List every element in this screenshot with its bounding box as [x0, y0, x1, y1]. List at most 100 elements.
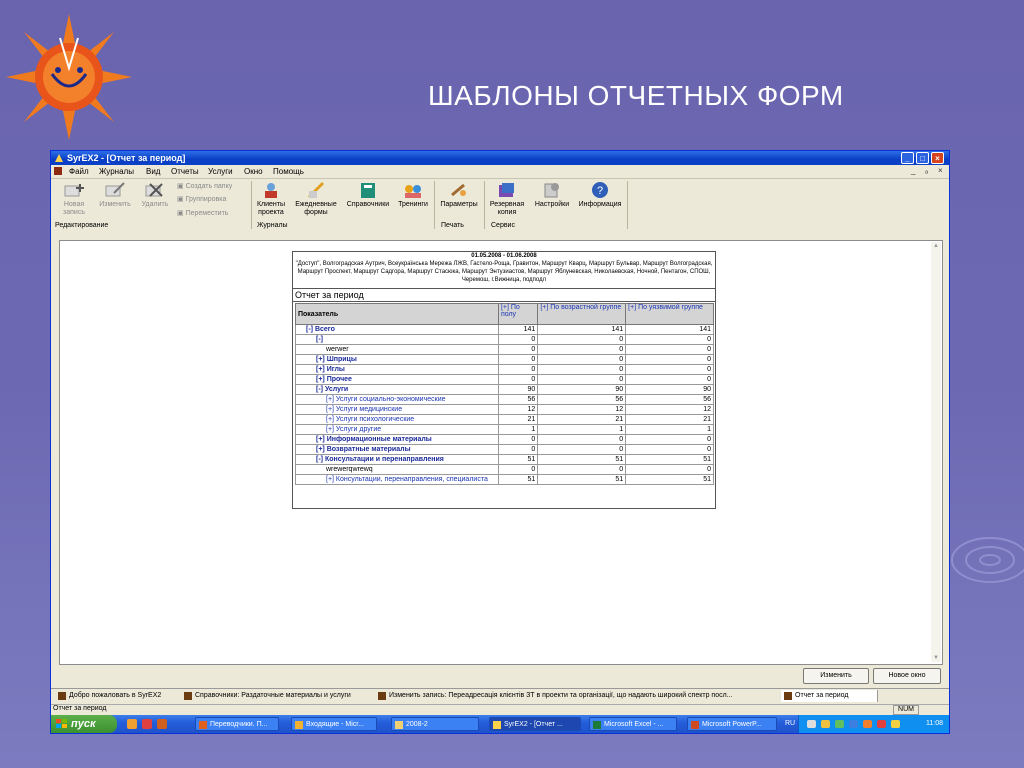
- row-value: 51: [537, 454, 627, 465]
- row-value: 90: [537, 384, 627, 395]
- books-icon: [361, 183, 375, 198]
- menu-help[interactable]: Помощь: [273, 167, 304, 176]
- mdi-restore-button[interactable]: ₐ: [925, 166, 928, 175]
- report-date-range: 01.05.2008 - 01.06.2008: [471, 253, 537, 259]
- daily-forms-button[interactable]: Ежедневные формы: [292, 181, 340, 217]
- menu-view[interactable]: Вид: [146, 167, 160, 176]
- taskbar-item-excel[interactable]: Microsoft Excel - ...: [589, 717, 677, 731]
- document-icon: [54, 167, 62, 175]
- row-value: 51: [537, 474, 627, 485]
- tab-icon: [784, 692, 792, 700]
- row-label[interactable]: [+] Услуги психологические: [295, 414, 499, 425]
- tray-icon[interactable]: [863, 720, 872, 728]
- report-document: 01.05.2008 - 01.06.2008 "Доступ", Волгог…: [292, 251, 716, 509]
- language-indicator[interactable]: RU: [785, 720, 795, 727]
- svg-text:?: ?: [597, 185, 603, 197]
- menu-journals[interactable]: Журналы: [99, 167, 134, 176]
- row-value: 0: [537, 364, 627, 375]
- app-window: SyrEX2 - [Отчет за период] _ □ × Файл Жу…: [50, 150, 950, 734]
- scroll-down-icon[interactable]: ▼: [931, 654, 941, 662]
- tray-icon[interactable]: [807, 720, 816, 728]
- row-label[interactable]: [+] Консультации, перенаправления, специ…: [295, 474, 499, 485]
- trainings-button[interactable]: Тренинги: [396, 181, 430, 209]
- taskbar-item-folder[interactable]: 2008-2: [391, 717, 479, 731]
- row-value: 90: [625, 384, 714, 395]
- row-label[interactable]: [-] Всего: [295, 324, 499, 335]
- minimize-button[interactable]: _: [901, 152, 914, 164]
- taskbar-item-syrex2[interactable]: SyrEX2 - [Отчет ...: [489, 717, 581, 731]
- tray-icon[interactable]: [835, 720, 844, 728]
- column-header-by-age[interactable]: [+] По возрастной группе: [537, 303, 627, 325]
- bottom-button-bar: Изменить Новое окно: [51, 665, 949, 687]
- row-label[interactable]: [+] Возвратные материалы: [295, 444, 499, 455]
- backup-button[interactable]: Резервная копия: [487, 181, 527, 217]
- move-button[interactable]: ▣ Переместить: [177, 209, 228, 217]
- tray-icon[interactable]: [849, 720, 858, 728]
- window-titlebar[interactable]: SyrEX2 - [Отчет за период] _ □ ×: [51, 151, 949, 165]
- references-button[interactable]: Справочники: [344, 181, 392, 209]
- parameters-button[interactable]: Параметры: [437, 181, 481, 209]
- row-label[interactable]: [+] Услуги социально-экономические: [295, 394, 499, 405]
- table-row: [-] Консультации и перенаправления 51 51 51: [295, 454, 714, 465]
- row-label[interactable]: [+] Услуги медицинские: [295, 404, 499, 415]
- new-window-button[interactable]: Новое окно: [873, 668, 941, 684]
- row-label[interactable]: [+] Услуги другие: [295, 424, 499, 435]
- menu-file[interactable]: Файл: [69, 167, 89, 176]
- row-label[interactable]: [+] Иглы: [295, 364, 499, 375]
- close-button[interactable]: ×: [931, 152, 944, 164]
- menu-window[interactable]: Окно: [244, 167, 263, 176]
- row-label[interactable]: [-] Услуги: [295, 384, 499, 395]
- firefox-icon[interactable]: [157, 719, 167, 729]
- taskbar-item-translators[interactable]: Переводчики. П...: [195, 717, 279, 731]
- vertical-scrollbar[interactable]: ▲ ▼: [931, 242, 941, 662]
- row-value: 0: [537, 374, 627, 385]
- row-label[interactable]: [-] Консультации и перенаправления: [295, 454, 499, 465]
- menu-reports[interactable]: Отчеты: [171, 167, 199, 176]
- taskbar-item-powerpoint[interactable]: Microsoft PowerP...: [687, 717, 777, 731]
- tray-icon[interactable]: [891, 720, 900, 728]
- tab-references[interactable]: Справочники: Раздаточные материалы и усл…: [181, 690, 386, 702]
- tab-report[interactable]: Отчет за период: [781, 690, 878, 702]
- tab-edit-record[interactable]: Изменить запись: Переадресація клієнтів …: [375, 690, 790, 702]
- column-header-by-gender[interactable]: [+] По полу: [497, 303, 539, 325]
- row-value: 0: [497, 444, 539, 455]
- trainings-icon: [405, 185, 421, 198]
- menu-services[interactable]: Услуги: [208, 167, 233, 176]
- clients-button[interactable]: Клиенты проекта: [254, 181, 288, 217]
- slide-title: ШАБЛОНЫ ОТЧЕТНЫХ ФОРМ: [428, 80, 844, 111]
- tray-icon[interactable]: [877, 720, 886, 728]
- scroll-up-icon[interactable]: ▲: [931, 242, 941, 250]
- edit-icon: [105, 182, 125, 197]
- new-record-button[interactable]: Новая запись: [57, 181, 91, 217]
- start-button[interactable]: пуск: [51, 715, 117, 733]
- taskbar: пуск Переводчики. П... Входящие - Micr..…: [51, 715, 949, 733]
- row-value: 1: [625, 424, 714, 435]
- info-button[interactable]: ? Информация: [577, 181, 623, 209]
- row-label[interactable]: [+] Прочее: [295, 374, 499, 385]
- firefox-icon: [199, 721, 207, 729]
- delete-button[interactable]: Удалить: [139, 181, 171, 209]
- column-header-by-vulnerable[interactable]: [+] По уязвимой группе: [625, 303, 714, 325]
- tab-welcome[interactable]: Добро пожаловать в SyrEX2: [55, 690, 184, 702]
- quicklaunch-icon[interactable]: [127, 719, 137, 729]
- edit-report-button[interactable]: Изменить: [803, 668, 869, 684]
- mdi-minimize-button[interactable]: _: [911, 166, 915, 175]
- edit-button[interactable]: Изменить: [95, 181, 135, 209]
- tray-icon[interactable]: [821, 720, 830, 728]
- row-label[interactable]: [+] Информационные материалы: [295, 434, 499, 445]
- settings-button[interactable]: Настройки: [531, 181, 573, 209]
- mdi-close-button[interactable]: ×: [938, 166, 943, 175]
- taskbar-item-inbox[interactable]: Входящие - Micr...: [291, 717, 377, 731]
- create-folder-button[interactable]: ▣ Создать папку: [177, 182, 232, 190]
- row-value: 56: [497, 394, 539, 405]
- row-label[interactable]: [+] Шприцы: [295, 354, 499, 365]
- row-value: 141: [625, 324, 714, 335]
- group-label-editing: Редактирование: [55, 222, 109, 229]
- maximize-button[interactable]: □: [916, 152, 929, 164]
- table-row: [+] Прочее 0 0 0: [295, 374, 714, 385]
- row-label[interactable]: [-]: [295, 334, 499, 345]
- row-value: 12: [497, 404, 539, 415]
- quicklaunch-icon[interactable]: [142, 719, 152, 729]
- group-button[interactable]: ▣ Группировка: [177, 195, 226, 203]
- report-viewer[interactable]: ▲ ▼ 01.05.2008 - 01.06.2008 "Доступ", Во…: [59, 240, 943, 665]
